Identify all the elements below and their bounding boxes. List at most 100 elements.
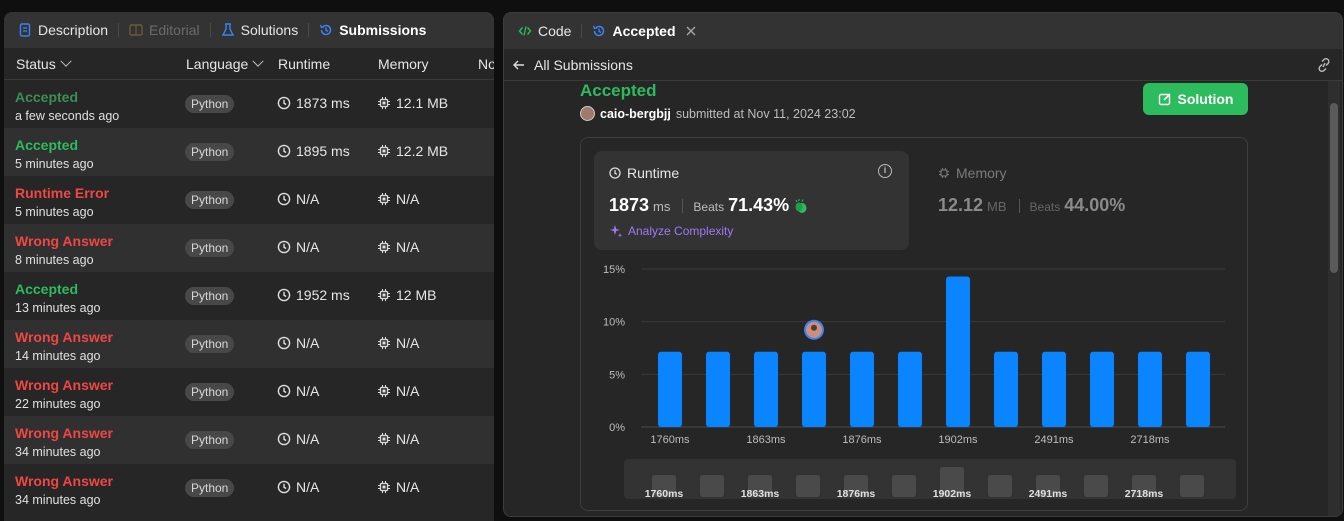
notes-header-label: No [478, 55, 494, 72]
table-row[interactable]: Accepted 5 minutes ago Python 1895 ms 12.2 M… [4, 128, 494, 176]
status-column-header[interactable]: Status [16, 55, 72, 72]
memory-cell: N/A [377, 191, 419, 207]
clock-icon [277, 192, 291, 206]
clock-icon [277, 144, 291, 158]
chart-bar [946, 276, 970, 427]
tab-description[interactable]: Description [14, 12, 112, 48]
table-row[interactable]: Runtime Error 5 minutes ago Python N/A N/A [4, 176, 494, 224]
x-tick-label: 1760ms [650, 434, 690, 446]
table-row[interactable]: Accepted 13 minutes ago Python 1952 ms 12 MB [4, 272, 494, 320]
memory-value: 12.2 MB [396, 143, 449, 159]
language-badge: Python [185, 143, 235, 161]
table-row[interactable]: Wrong Answer 14 minutes ago Python N/A N/A [4, 320, 494, 368]
status-text[interactable]: Wrong Answer [15, 329, 113, 345]
memory-value: N/A [396, 191, 420, 207]
link-icon[interactable] [1316, 58, 1332, 72]
runtime-value: N/A [296, 191, 320, 207]
submissions-table-body: Accepted a few seconds ago Python 1873 ms 12… [4, 80, 494, 512]
status-text[interactable]: Wrong Answer [15, 425, 113, 441]
tab-submissions-label: Submissions [339, 22, 427, 38]
runtime-cell: 1952 ms [277, 287, 350, 303]
submission-time: a few seconds ago [15, 109, 120, 123]
chip-icon [378, 433, 390, 445]
submission-time: 34 minutes ago [15, 493, 101, 507]
username[interactable]: caio-bergbjj [600, 107, 671, 121]
status-text[interactable]: Wrong Answer [15, 473, 113, 489]
solution-button-label: Solution [1177, 91, 1234, 107]
memory-cell: 12 MB [377, 287, 436, 303]
y-tick-label: 0% [609, 422, 625, 434]
tab-code[interactable]: Code [514, 13, 575, 49]
table-row[interactable]: Wrong Answer 8 minutes ago Python N/A N/A [4, 224, 494, 272]
chart-bar [658, 351, 682, 427]
avatar[interactable] [580, 106, 595, 121]
memory-value: N/A [396, 479, 420, 495]
runtime-cell: N/A [277, 383, 319, 399]
x-tick-label: 2491ms [1034, 434, 1074, 446]
all-submissions-link[interactable]: All Submissions [512, 57, 633, 73]
tab-solutions-label: Solutions [240, 22, 299, 38]
tab-code-label: Code [538, 23, 572, 39]
language-header-label: Language [186, 55, 249, 72]
overview-bar [796, 475, 820, 497]
overview-bar [988, 475, 1012, 497]
table-row[interactable]: Accepted a few seconds ago Python 1873 ms 12… [4, 80, 494, 128]
submission-time: 8 minutes ago [15, 253, 94, 267]
language-badge: Python [185, 479, 235, 497]
chevron-down-icon [252, 55, 264, 67]
x-tick-label: 1902ms [938, 434, 978, 446]
status-text[interactable]: Wrong Answer [15, 233, 113, 249]
flask-icon [221, 23, 234, 36]
tab-divider [581, 24, 583, 38]
language-badge: Python [185, 191, 235, 209]
scrollbar-thumb[interactable] [1330, 103, 1338, 273]
memory-cell: N/A [377, 335, 419, 351]
chart-bar [898, 351, 922, 427]
runtime-value: 1895 ms [296, 143, 350, 159]
submission-time: 14 minutes ago [15, 349, 101, 363]
arrow-left-icon [513, 60, 524, 69]
status-text[interactable]: Accepted [15, 281, 78, 297]
language-badge: Python [185, 239, 235, 257]
chip-icon [378, 481, 390, 493]
chart-bar [850, 351, 874, 427]
result-title: Accepted [580, 81, 657, 100]
overview-tick-label: 1863ms [741, 488, 780, 500]
close-icon[interactable] [686, 26, 696, 36]
table-row[interactable]: Wrong Answer 22 minutes ago Python N/A N/A [4, 368, 494, 416]
submission-meta: caio-bergbjj submitted at Nov 11, 2024 2… [580, 106, 856, 121]
solution-button[interactable]: Solution [1143, 83, 1248, 115]
table-row[interactable]: Wrong Answer 34 minutes ago Python N/A N/A [4, 464, 494, 512]
chart-bar [1186, 351, 1210, 427]
clock-icon [277, 288, 291, 302]
clock-icon [277, 432, 291, 446]
overview-bar [1084, 475, 1108, 497]
clock-icon [277, 480, 291, 494]
runtime-cell: N/A [277, 335, 319, 351]
status-text[interactable]: Accepted [15, 89, 78, 105]
x-tick-label: 1876ms [842, 434, 882, 446]
overview-tick-label: 1760ms [645, 488, 684, 500]
avatar-detail [811, 324, 817, 331]
runtime-cell: N/A [277, 431, 319, 447]
tab-accepted[interactable]: Accepted [588, 13, 699, 49]
memory-value: N/A [396, 431, 420, 447]
tab-submissions[interactable]: Submissions [315, 12, 430, 48]
language-column-header[interactable]: Language [186, 55, 264, 72]
status-text[interactable]: Runtime Error [15, 185, 109, 201]
runtime-value: N/A [296, 431, 320, 447]
tab-solutions[interactable]: Solutions [217, 12, 303, 48]
table-row[interactable]: Wrong Answer 34 minutes ago Python N/A N/A [4, 416, 494, 464]
chip-icon [378, 241, 390, 253]
tab-editorial[interactable]: Editorial [125, 12, 204, 48]
memory-cell: 12.2 MB [377, 143, 448, 159]
submission-time: 22 minutes ago [15, 397, 101, 411]
detail-scrollbar[interactable] [1328, 81, 1340, 516]
right-tabbar: Code Accepted [504, 13, 1342, 49]
runtime-header-label: Runtime [278, 55, 331, 72]
memory-column-header: Memory [378, 56, 429, 72]
status-text[interactable]: Wrong Answer [15, 377, 113, 393]
submitted-at: submitted at Nov 11, 2024 23:02 [675, 106, 856, 121]
tab-divider [118, 23, 120, 37]
status-text[interactable]: Accepted [15, 137, 78, 153]
